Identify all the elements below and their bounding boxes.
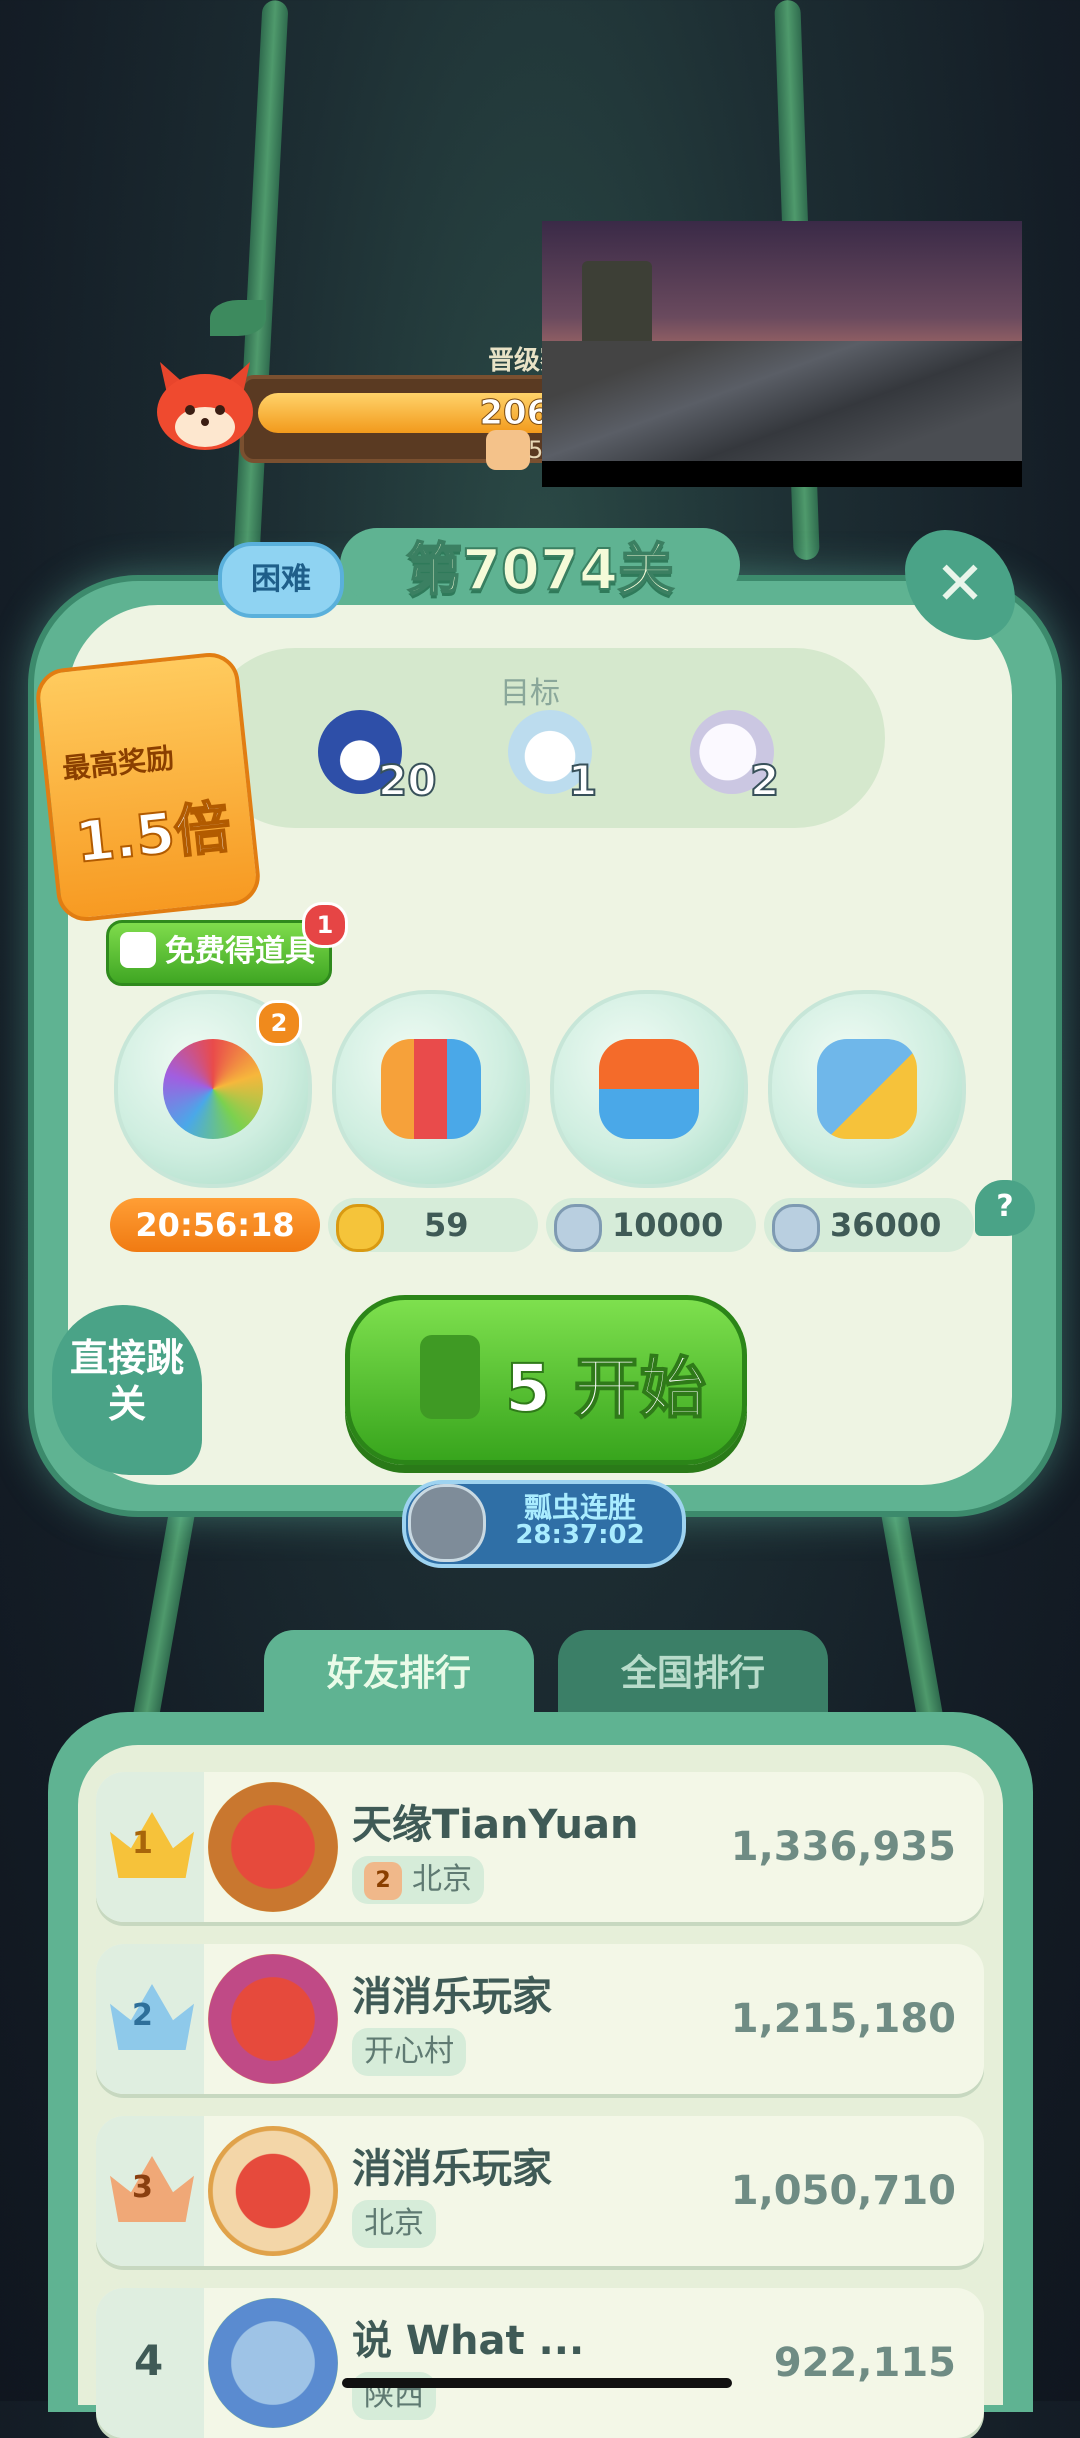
player-location: 开心村 (352, 2028, 466, 2076)
owl-rainbow-icon (163, 1039, 263, 1139)
gold-coin-icon (336, 1204, 384, 1252)
player-location: 北京 (352, 2200, 436, 2248)
booster-slot-2[interactable] (332, 990, 530, 1188)
player-score: 1,050,710 (730, 2168, 956, 2214)
clock-icon (486, 430, 530, 470)
difficulty-badge: 困难 (218, 542, 344, 618)
tab-friends-ranking[interactable]: 好友排行 (264, 1630, 534, 1715)
player-location: 2 北京 (352, 1856, 484, 1904)
start-button-label: 5 开始 (504, 1349, 707, 1428)
streak-timer: 28:37:02 (515, 1520, 645, 1550)
goal-item: 2 (690, 710, 810, 810)
rank-number: 4 (134, 2336, 164, 2385)
help-button[interactable]: ? (975, 1180, 1035, 1236)
video-icon (120, 932, 156, 968)
booster-slot-3[interactable] (550, 990, 748, 1188)
level-title: 第7074关 (405, 537, 675, 604)
goals-label: 目标 (500, 676, 560, 711)
silver-coin-icon (772, 1204, 820, 1252)
hippo-chick-icon (817, 1039, 917, 1139)
vine-bottom-right (879, 1499, 947, 1741)
progress-timer: 5 (528, 436, 544, 464)
vine-left (233, 0, 289, 561)
player-name: 说 What ... (352, 2318, 585, 2364)
avatar (208, 2126, 338, 2256)
avatar (208, 1954, 338, 2084)
home-indicator[interactable] (342, 2378, 732, 2388)
player-name: 消消乐玩家 (352, 2146, 552, 2192)
player-score: 922,115 (773, 2340, 956, 2386)
ranking-row[interactable]: 3 消消乐玩家 北京 1,050,710 (96, 2116, 984, 2266)
silver-coin-icon (554, 1204, 602, 1252)
booster-timer: 20:56:18 (110, 1198, 320, 1252)
goal-item: 1 (508, 710, 628, 810)
rocket-icon (381, 1039, 481, 1139)
ranking-row[interactable]: 1 天缘TianYuan 2 北京 1,336,935 (96, 1772, 984, 1922)
tab-national-ranking[interactable]: 全国排行 (558, 1630, 828, 1715)
vine-bottom-left (129, 1499, 197, 1741)
lightning-icon (420, 1335, 480, 1419)
player-name: 天缘TianYuan (352, 1802, 639, 1848)
booster-price: 59 (328, 1198, 538, 1252)
level-badge: 2 (364, 1861, 402, 1900)
ladybug-icon (408, 1484, 486, 1562)
booster-count-badge: 2 (256, 1000, 302, 1046)
leaf-decoration (210, 300, 266, 336)
booster-price: 36000 (764, 1198, 974, 1252)
ranking-row[interactable]: 2 消消乐玩家 开心村 1,215,180 (96, 1944, 984, 2094)
ranking-row[interactable]: 4 说 What ... 陕西 922,115 (96, 2288, 984, 2438)
player-score: 1,215,180 (730, 1996, 956, 2042)
plus-three-moves-icon (599, 1039, 699, 1139)
live-video-overlay[interactable] (542, 221, 1022, 487)
avatar (208, 1782, 338, 1912)
goal-item: 20 (318, 710, 438, 810)
player-score: 1,336,935 (730, 1824, 956, 1870)
booster-price: 10000 (546, 1198, 756, 1252)
skip-level-button[interactable]: 直接跳关 (52, 1305, 202, 1475)
notification-badge: 1 (302, 902, 348, 948)
player-name: 消消乐玩家 (352, 1974, 552, 2020)
fox-avatar-icon (157, 362, 253, 450)
max-reward-multiplier: 1.5倍 (72, 794, 235, 877)
avatar (208, 2298, 338, 2428)
booster-slot-4[interactable] (768, 990, 966, 1188)
